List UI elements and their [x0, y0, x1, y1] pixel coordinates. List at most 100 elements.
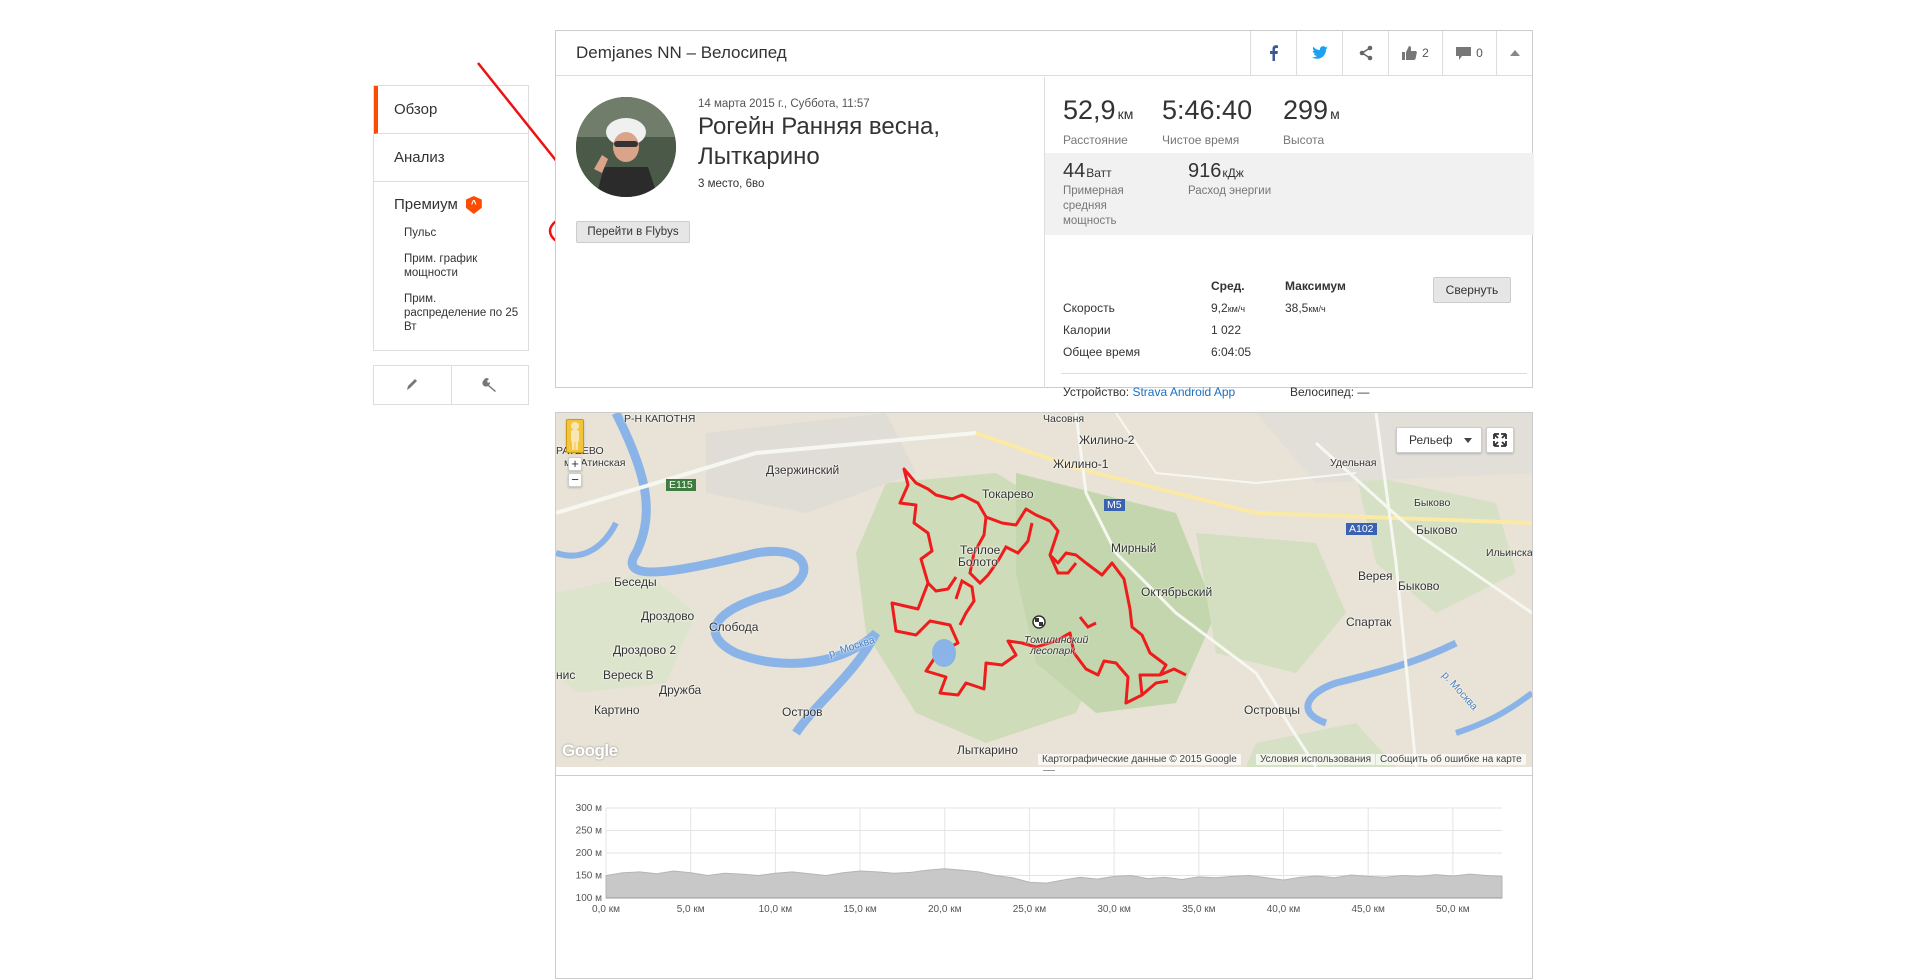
- power-label: Примерная средняя мощность: [1063, 185, 1124, 227]
- terms-link[interactable]: Условия использования: [1256, 754, 1375, 765]
- device-link[interactable]: Strava Android App: [1132, 385, 1235, 399]
- map-data-attribution: Картографические данные © 2015 Google: [1038, 754, 1241, 765]
- activity-title: Demjanes NN – Велосипед: [576, 43, 787, 62]
- fullscreen-icon: [1493, 433, 1507, 447]
- x-tick-label: 5,0 км: [677, 904, 705, 915]
- map-label: Беседы: [614, 575, 657, 589]
- row-speed-max: 38,5км/ч: [1285, 301, 1326, 315]
- map-label: лесопарк: [1030, 645, 1076, 657]
- y-tick-label: 100 м: [576, 893, 602, 904]
- map-label: Р-Н КАПОТНЯ: [624, 413, 696, 425]
- power-value: 44Ватт: [1063, 160, 1112, 182]
- map-label: Дружба: [659, 683, 702, 697]
- share-icon: [1359, 45, 1372, 61]
- map-label: Часовня: [1043, 413, 1085, 425]
- x-tick-label: 30,0 км: [1097, 904, 1131, 915]
- stats-divider: [1061, 373, 1527, 374]
- row-calories-label: Калории: [1063, 323, 1111, 337]
- map-label: Островцы: [1244, 703, 1301, 717]
- pegman-icon: [571, 422, 579, 450]
- x-tick-label: 25,0 км: [1013, 904, 1047, 915]
- map-label: Картино: [594, 703, 640, 717]
- map-label: Дроздово 2: [613, 643, 677, 657]
- road-shield: A102: [1346, 523, 1377, 535]
- row-speed-label: Скорость: [1063, 301, 1115, 315]
- map-label: Остров: [782, 705, 823, 719]
- sidebar-tools: [373, 365, 529, 405]
- y-tick-label: 200 м: [576, 848, 602, 859]
- elevation-profile: 300 м 250 м 200 м 150 м 100 м 0,0 км 5,0 км 10,…: [556, 775, 1532, 978]
- pencil-icon: [407, 379, 418, 390]
- activity-place: 3 место, 6во: [698, 178, 765, 190]
- device-info: Устройство: Strava Android App: [1063, 385, 1236, 399]
- row-total-time-avg: 6:04:05: [1211, 345, 1252, 359]
- x-tick-label: 0,0 км: [592, 904, 620, 915]
- flyby-button[interactable]: Перейти в Flybys: [576, 221, 690, 243]
- map-label: Лыткарино: [957, 743, 1018, 757]
- map-container: Р-Н КАПОТНЯ РАТЕЕВО ма-Атинская Часовня …: [555, 412, 1533, 979]
- street-view-pegman[interactable]: [566, 419, 584, 453]
- report-error-link[interactable]: Сообщить об ошибке на карте: [1376, 754, 1526, 765]
- google-logo: Google: [562, 741, 618, 760]
- map-terrain: [556, 413, 1532, 767]
- map-label: Верея: [1358, 569, 1393, 583]
- collapse-button[interactable]: Свернуть: [1433, 277, 1511, 303]
- zoom-out-button[interactable]: −: [568, 473, 582, 487]
- settings-button[interactable]: [450, 366, 529, 404]
- elevation-chart: 300 м 250 м 200 м 150 м 100 м0,0 км 5,0 км 10,…: [576, 803, 1503, 915]
- facebook-icon: [1269, 45, 1278, 61]
- table-header-max: Максимум: [1285, 279, 1346, 293]
- collapse-header-button[interactable]: [1496, 31, 1532, 75]
- row-total-time-label: Общее время: [1063, 345, 1141, 359]
- row-speed-avg: 9,2км/ч: [1211, 301, 1246, 315]
- elevation-value: 299 м: [1283, 95, 1340, 125]
- row-calories-avg: 1 022: [1211, 323, 1242, 337]
- road-shield: E115: [666, 479, 696, 491]
- map-label: Слобода: [709, 620, 759, 634]
- distance-label: Расстояние: [1063, 133, 1128, 147]
- comments-button[interactable]: 0: [1442, 31, 1496, 75]
- map-label: Токарево: [982, 487, 1034, 501]
- map-label: Жилино-2: [1079, 433, 1135, 447]
- athlete-avatar[interactable]: [576, 97, 676, 197]
- map-type-label: Рельеф: [1409, 433, 1453, 447]
- elevation-label: Высота: [1283, 133, 1325, 147]
- bike-info: Велосипед: —: [1290, 385, 1370, 399]
- map-label: Дроздово: [641, 609, 695, 623]
- fullscreen-button[interactable]: [1486, 427, 1514, 453]
- map-label: Ильинская: [1486, 547, 1532, 559]
- zoom-in-button[interactable]: +: [568, 457, 582, 471]
- panel-header: Demjanes NN – Велосипед 2 0: [556, 31, 1532, 76]
- twitter-share-button[interactable]: [1296, 31, 1342, 75]
- edit-button[interactable]: [374, 366, 451, 404]
- road-shield: M5: [1104, 499, 1125, 511]
- x-tick-label: 20,0 км: [928, 904, 962, 915]
- moving-time-label: Чистое время: [1162, 133, 1240, 147]
- map-label: Быково: [1414, 497, 1451, 509]
- kudos-button[interactable]: 2: [1388, 31, 1442, 75]
- sidebar-subitem-power-distribution[interactable]: Прим. распределение по 25 Вт: [394, 286, 528, 340]
- chevron-down-icon: [1463, 438, 1472, 444]
- facebook-share-button[interactable]: [1250, 31, 1296, 75]
- activity-panel: Demjanes NN – Велосипед 2 0 14 марта 201…: [555, 30, 1534, 399]
- route-map[interactable]: Р-Н КАПОТНЯ РАТЕЕВО ма-Атинская Часовня …: [556, 413, 1532, 767]
- map-label: Дзержинский: [766, 463, 840, 477]
- map-label: Быково: [1398, 579, 1440, 593]
- map-label: Жилино-1: [1053, 457, 1109, 471]
- energy-value: 916кДж: [1188, 160, 1244, 182]
- stats-panel: 52,9 км Расстояние 5:46:40 Чистое время 2…: [1044, 77, 1534, 399]
- share-button[interactable]: [1342, 31, 1388, 75]
- map-type-dropdown[interactable]: Рельеф: [1396, 427, 1482, 453]
- map-label: Мирный: [1111, 541, 1157, 555]
- x-tick-label: 35,0 км: [1182, 904, 1216, 915]
- athlete-photo: [576, 97, 676, 197]
- map-label: Удельная: [1330, 457, 1377, 469]
- y-tick-label: 250 м: [576, 826, 602, 837]
- map-label: Болото: [958, 555, 998, 569]
- x-tick-label: 40,0 км: [1267, 904, 1301, 915]
- x-tick-label: 15,0 км: [843, 904, 877, 915]
- secondary-stats: 44Ватт Примерная средняя мощность 916кДж…: [1045, 153, 1534, 235]
- y-tick-label: 300 м: [576, 803, 602, 814]
- premium-label: Премиум: [394, 196, 458, 213]
- activity-date: 14 марта 2015 г., Суббота, 11:57: [698, 98, 870, 110]
